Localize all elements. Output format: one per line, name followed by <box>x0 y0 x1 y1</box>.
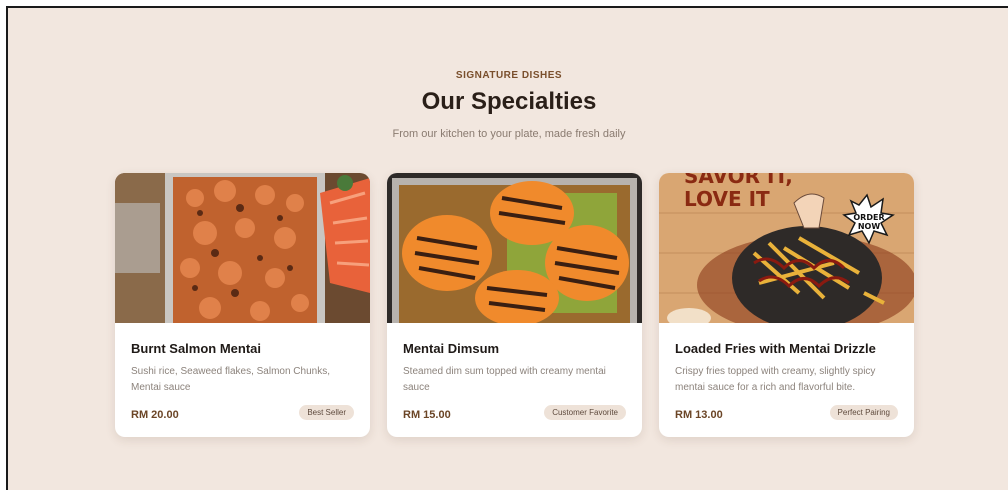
dish-description: Steamed dim sum topped with creamy menta… <box>403 366 606 393</box>
dish-price: RM 13.00 <box>675 409 723 421</box>
dish-price: RM 20.00 <box>131 409 179 421</box>
poster-headline-line1: SAVOR IT, <box>684 173 793 188</box>
dish-photo-burnt-salmon-mentai <box>115 173 370 323</box>
dish-photo-loaded-fries: SAVOR IT, LOVE IT ORDER NOW <box>659 173 914 323</box>
dish-name: Mentai Dimsum <box>403 341 500 356</box>
section-title: Our Specialties <box>421 88 597 115</box>
dish-photo-mentai-dimsum <box>387 173 642 323</box>
dish-description: Crispy fries topped with creamy, slightl… <box>675 366 876 393</box>
dish-description: Sushi rice, Seaweed flakes, Salmon Chunk… <box>131 366 330 393</box>
dish-name: Burnt Salmon Mentai <box>131 341 262 356</box>
dish-badge: Perfect Pairing <box>829 405 898 420</box>
dish-name: Loaded Fries with Mentai Drizzle <box>675 341 876 356</box>
poster-burst-line2: NOW <box>858 222 880 231</box>
dish-badge: Customer Favorite <box>544 405 626 420</box>
poster-burst-line1: ORDER <box>853 213 884 222</box>
dish-card-burnt-salmon-mentai[interactable]: Burnt Salmon Mentai Sushi rice, Seaweed … <box>115 173 370 437</box>
poster-headline-line2: LOVE IT <box>684 187 770 211</box>
section-eyebrow: SIGNATURE DISHES <box>455 70 563 81</box>
dish-badge: Best Seller <box>299 405 354 420</box>
dish-price: RM 15.00 <box>403 409 451 421</box>
dish-card-mentai-dimsum[interactable]: Mentai Dimsum Steamed dim sum topped wit… <box>387 173 642 437</box>
section-subtitle: From our kitchen to your plate, made fre… <box>392 128 626 140</box>
page-frame: SIGNATURE DISHES Our Specialties From ou… <box>6 6 1008 490</box>
dish-card-loaded-fries[interactable]: SAVOR IT, LOVE IT ORDER NOW Loaded Fries… <box>659 173 914 437</box>
